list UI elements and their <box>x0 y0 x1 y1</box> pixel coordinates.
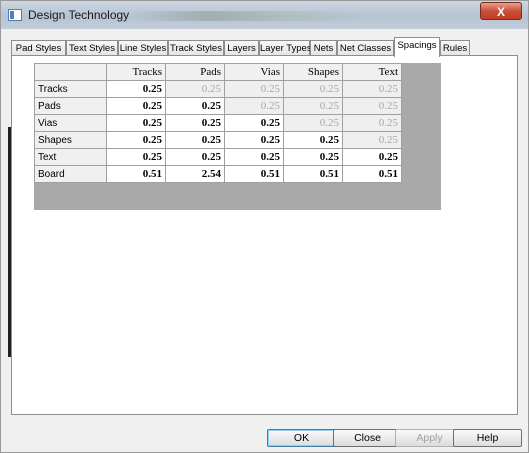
tab-track-styles[interactable]: Track Styles <box>168 40 224 56</box>
row-header-pads: Pads <box>34 97 107 115</box>
help-button[interactable]: Help <box>453 429 522 447</box>
spacing-cell: 0.25 <box>342 114 402 132</box>
grid-corner-cell <box>34 63 107 81</box>
window-edge-shadow <box>8 127 11 357</box>
spacing-cell[interactable]: 0.51 <box>224 165 284 183</box>
spacings-panel: Tracks Pads Vias Shapes Text Tracks 0.25… <box>11 55 518 415</box>
title-bar[interactable]: Design Technology X <box>1 1 528 29</box>
tab-spacings[interactable]: Spacings <box>394 37 440 57</box>
ok-button[interactable]: OK <box>267 429 336 447</box>
tab-pad-styles[interactable]: Pad Styles <box>11 40 66 56</box>
spacing-cell[interactable]: 0.51 <box>283 165 343 183</box>
spacing-cell[interactable]: 0.25 <box>165 97 225 115</box>
tab-rules[interactable]: Rules <box>440 40 470 56</box>
spacing-cell[interactable]: 0.25 <box>165 114 225 132</box>
app-icon <box>8 9 22 21</box>
title-bar-decoration <box>131 11 361 21</box>
spacing-cell[interactable]: 0.25 <box>224 131 284 149</box>
spacing-cell[interactable]: 0.25 <box>224 148 284 166</box>
spacing-cell: 0.25 <box>283 97 343 115</box>
spacing-cell[interactable]: 0.25 <box>106 97 166 115</box>
row-header-shapes: Shapes <box>34 131 107 149</box>
tab-line-styles[interactable]: Line Styles <box>118 40 168 56</box>
spacing-cell: 0.25 <box>165 80 225 98</box>
close-button[interactable]: Close <box>333 429 402 447</box>
spacing-cell[interactable]: 2.54 <box>165 165 225 183</box>
design-technology-dialog: Design Technology X Pad Styles Text Styl… <box>0 0 529 453</box>
column-header-shapes: Shapes <box>283 63 343 81</box>
row-header-text: Text <box>34 148 107 166</box>
tab-layers[interactable]: Layers <box>224 40 259 56</box>
close-window-button[interactable]: X <box>480 2 522 20</box>
row-header-board: Board <box>34 165 107 183</box>
spacing-cell[interactable]: 0.25 <box>283 131 343 149</box>
spacing-cell[interactable]: 0.25 <box>106 80 166 98</box>
spacing-cell[interactable]: 0.25 <box>224 114 284 132</box>
tab-net-classes[interactable]: Net Classes <box>337 40 394 56</box>
tab-text-styles[interactable]: Text Styles <box>66 40 118 56</box>
tab-nets[interactable]: Nets <box>310 40 337 56</box>
spacing-cell: 0.25 <box>224 80 284 98</box>
spacing-cell[interactable]: 0.25 <box>165 131 225 149</box>
tab-layer-types[interactable]: Layer Types <box>259 40 312 56</box>
spacing-cell[interactable]: 0.51 <box>342 165 402 183</box>
row-header-vias: Vias <box>34 114 107 132</box>
window-title: Design Technology <box>28 8 130 22</box>
spacing-cell[interactable]: 0.25 <box>342 148 402 166</box>
spacing-cell[interactable]: 0.25 <box>165 148 225 166</box>
column-header-text: Text <box>342 63 402 81</box>
spacings-grid: Tracks Pads Vias Shapes Text Tracks 0.25… <box>34 63 402 183</box>
spacing-cell: 0.25 <box>283 114 343 132</box>
spacing-cell: 0.25 <box>283 80 343 98</box>
spacing-cell: 0.25 <box>342 80 402 98</box>
column-header-tracks: Tracks <box>106 63 166 81</box>
spacings-grid-area: Tracks Pads Vias Shapes Text Tracks 0.25… <box>34 63 441 210</box>
spacing-cell: 0.25 <box>342 97 402 115</box>
spacing-cell: 0.25 <box>342 131 402 149</box>
spacing-cell[interactable]: 0.25 <box>106 148 166 166</box>
spacing-cell[interactable]: 0.25 <box>106 131 166 149</box>
spacing-cell[interactable]: 0.25 <box>283 148 343 166</box>
spacing-cell: 0.25 <box>224 97 284 115</box>
column-header-pads: Pads <box>165 63 225 81</box>
spacing-cell[interactable]: 0.25 <box>106 114 166 132</box>
spacing-cell[interactable]: 0.51 <box>106 165 166 183</box>
row-header-tracks: Tracks <box>34 80 107 98</box>
column-header-vias: Vias <box>224 63 284 81</box>
